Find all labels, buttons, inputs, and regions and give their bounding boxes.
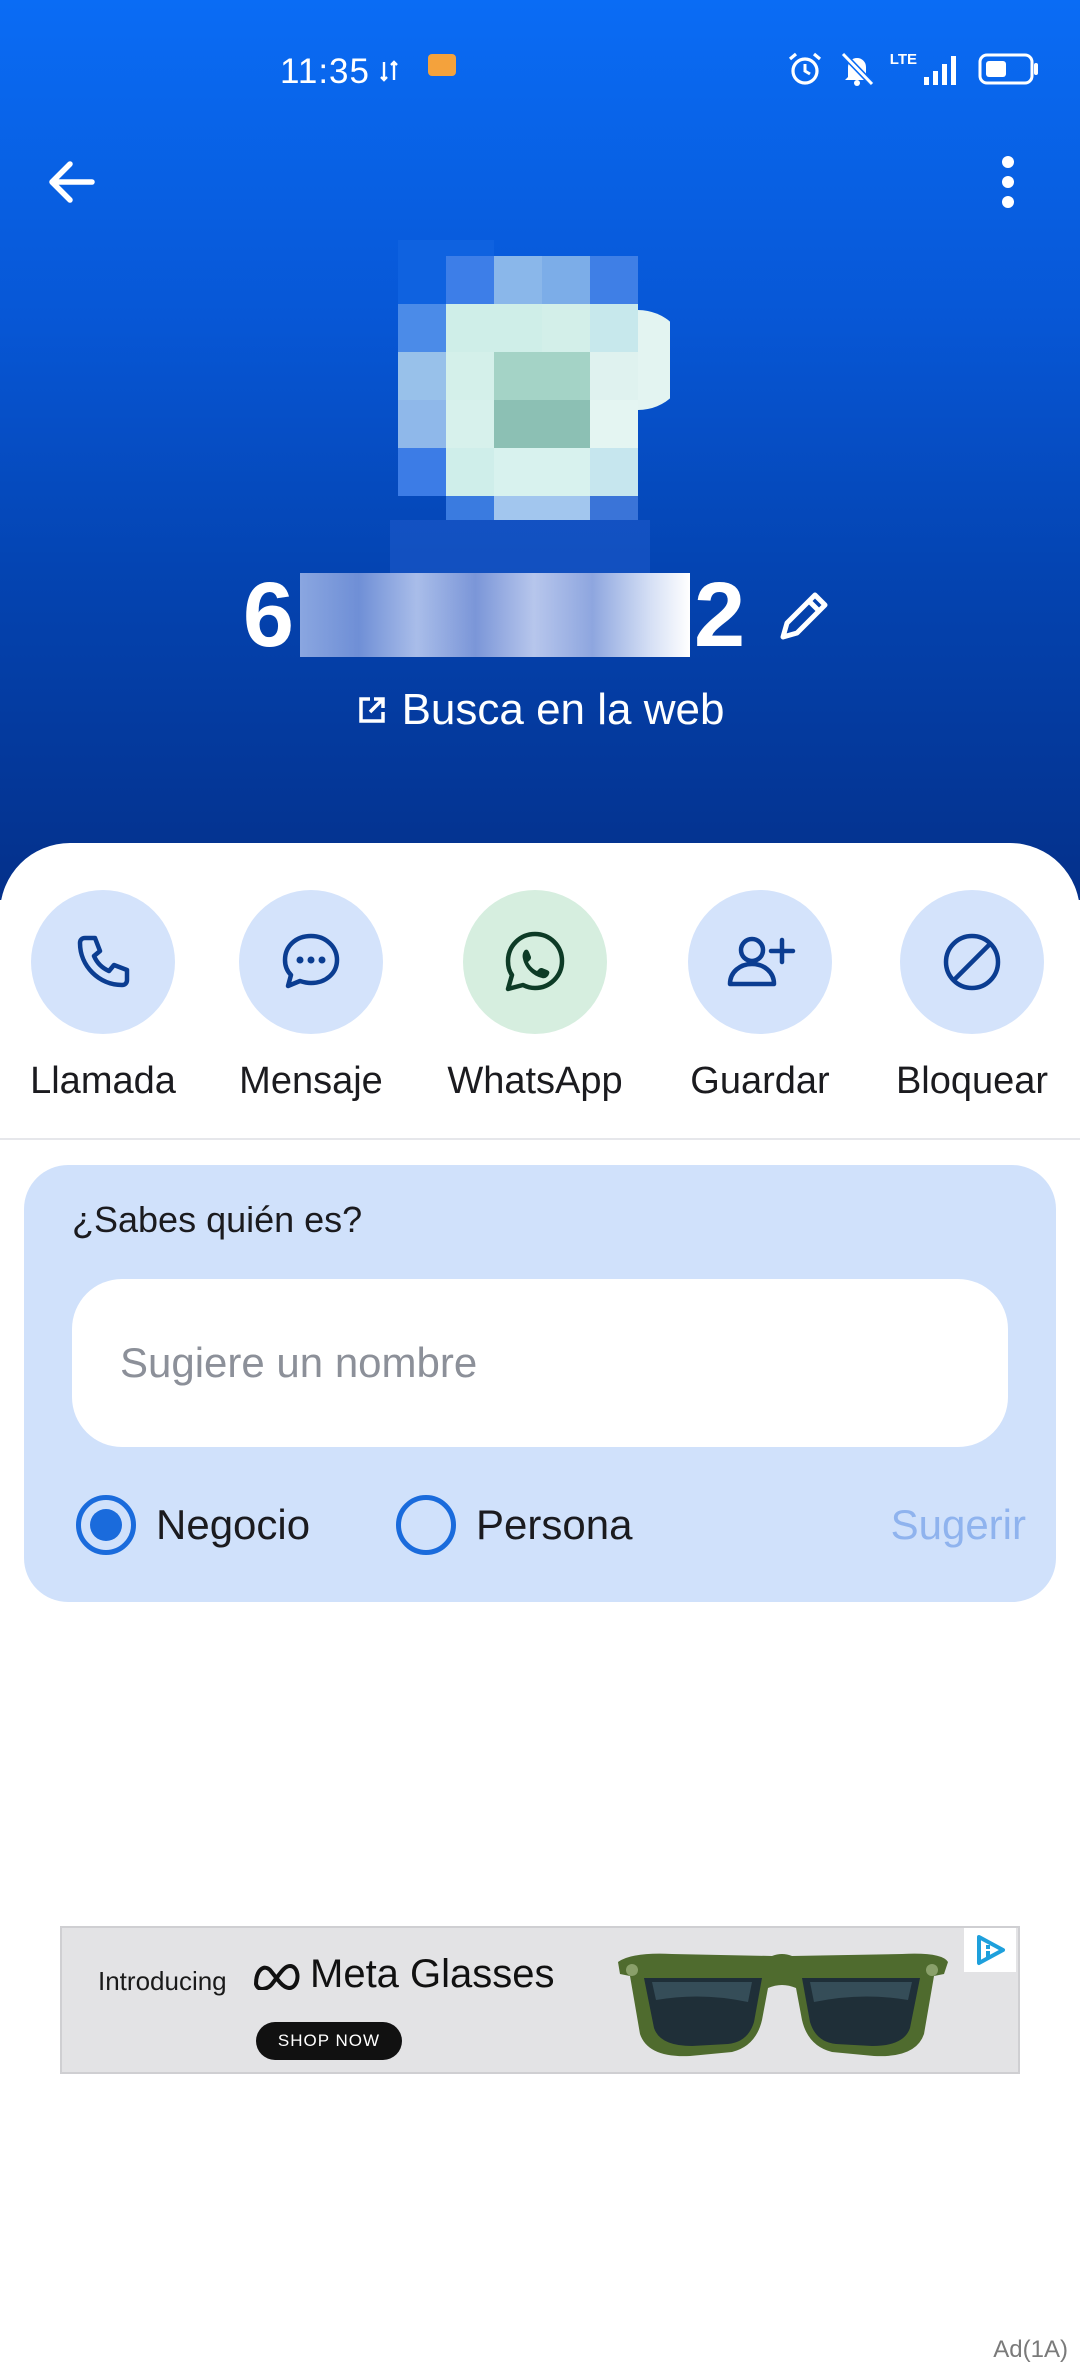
save-contact-action[interactable]: Guardar (665, 890, 855, 1103)
network-type: LTE (889, 51, 917, 68)
ad-label: Ad(1A) (993, 2336, 1068, 2363)
meta-logo-icon (253, 1963, 300, 1990)
save-contact-label: Guardar (690, 1060, 830, 1102)
status-time: 11:35 (280, 52, 370, 91)
message-label: Mensaje (239, 1060, 383, 1102)
ad-brand: Meta Glasses (252, 1952, 555, 1997)
ad-banner[interactable]: Introducing Meta Glasses SHOP NOW (60, 1926, 1020, 2074)
glasses-image (618, 1953, 948, 2057)
ad-intro-text: Introducing (98, 1966, 227, 1996)
whatsapp-action[interactable]: WhatsApp (440, 890, 630, 1103)
radio-unselected[interactable] (396, 1495, 456, 1555)
phone-number-start: 6 (242, 563, 296, 666)
whatsapp-button[interactable] (463, 890, 607, 1034)
whatsapp-label: WhatsApp (447, 1060, 623, 1102)
person-radio[interactable]: Persona (396, 1485, 632, 1565)
open-external-icon (358, 697, 385, 723)
suggest-title: ¿Sabes quién es? (72, 1199, 363, 1240)
business-radio[interactable]: Negocio (76, 1485, 310, 1565)
edit-name-button[interactable] (773, 583, 837, 647)
block-icon (943, 933, 1001, 991)
search-web-label: Busca en la web (401, 685, 725, 734)
call-action[interactable]: Llamada (8, 890, 198, 1103)
caller-id-screen: 11:35 LTE 6 2 Busca en la web Llamada Me… (0, 0, 1080, 2376)
block-label: Bloquear (895, 1060, 1049, 1102)
ad-brand-text: Meta Glasses (310, 1952, 555, 1996)
block-action[interactable]: Bloquear (877, 890, 1067, 1103)
more-vertical-icon (1002, 156, 1014, 208)
business-label: Negocio (156, 1501, 311, 1548)
suggest-name-card: ¿Sabes quién es? Negocio Persona Sugerir (24, 1165, 1056, 1602)
battery-icon (978, 52, 1040, 86)
phone-number-redacted (300, 573, 690, 657)
save-contact-button[interactable] (688, 890, 832, 1034)
back-button[interactable] (40, 150, 104, 214)
type-options: Negocio Persona Sugerir (76, 1485, 1026, 1565)
divider (0, 1138, 1080, 1140)
lte-signal-icon: LTE (890, 51, 964, 87)
contact-header: 11:35 LTE 6 2 Busca en la web (0, 0, 1080, 900)
phone-icon (77, 935, 130, 988)
status-icons: LTE (786, 50, 1040, 88)
message-icon (282, 933, 340, 989)
status-bar: 11:35 LTE (0, 0, 1080, 150)
alarm-icon (786, 50, 824, 88)
data-transfer-icon (380, 58, 402, 84)
mute-bell-icon (838, 50, 876, 88)
phone-number-end: 2 (694, 563, 748, 666)
phone-number-row: 6 2 (0, 560, 1080, 670)
suggest-name-input[interactable] (72, 1279, 1008, 1447)
more-options-button[interactable] (976, 150, 1040, 214)
message-button[interactable] (239, 890, 383, 1034)
add-person-icon (727, 936, 796, 987)
notification-icon (428, 54, 456, 76)
person-label: Persona (476, 1501, 633, 1548)
quick-actions: Llamada Mensaje WhatsApp Guardar Bloquea… (0, 890, 1080, 1103)
whatsapp-icon (505, 931, 565, 992)
arrow-left-icon (49, 161, 95, 203)
pencil-icon (780, 592, 828, 640)
search-web-link[interactable]: Busca en la web (0, 685, 1080, 735)
call-button[interactable] (31, 890, 175, 1034)
message-action[interactable]: Mensaje (216, 890, 406, 1103)
phone-number: 6 2 (243, 563, 747, 668)
suggest-button[interactable]: Sugerir (891, 1485, 1026, 1565)
call-label: Llamada (30, 1060, 176, 1102)
radio-selected[interactable] (76, 1495, 136, 1555)
block-button[interactable] (900, 890, 1044, 1034)
contact-avatar (390, 240, 688, 580)
ad-shop-now-button[interactable]: SHOP NOW (256, 2022, 402, 2060)
ad-choices-icon[interactable] (964, 1928, 1016, 1972)
